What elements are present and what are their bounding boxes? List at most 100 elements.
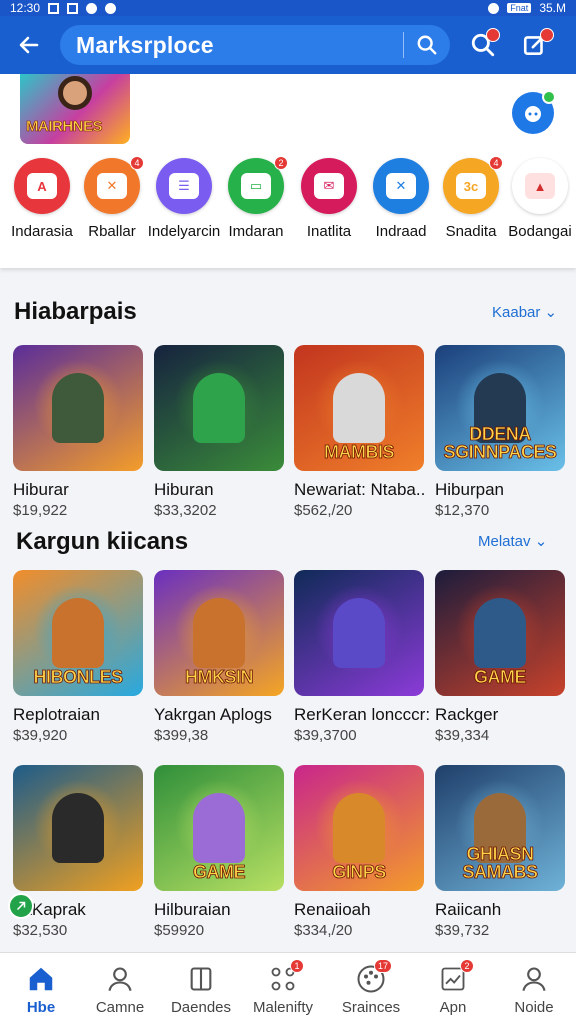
arrow-left-icon: [19, 36, 39, 54]
product-name: Hiburan: [154, 480, 214, 499]
nav-label: Srainces: [341, 999, 401, 1016]
product-thumbnail: GAME: [154, 765, 284, 891]
character-image: [333, 598, 385, 668]
character-image: [52, 793, 104, 863]
product-price: $12,370: [435, 502, 490, 519]
back-button[interactable]: [12, 28, 46, 62]
section-title: Hiabarpais: [14, 298, 137, 325]
app-shortcut[interactable]: ✉ Inatlita: [293, 158, 365, 248]
product-thumbnail: DDENA SGINNPACES: [435, 345, 565, 471]
nav-item-malenifty[interactable]: 1 Malenifty: [242, 953, 324, 1024]
product-name: Yakrgan Aplogs: [154, 705, 272, 724]
search-icon[interactable]: [416, 34, 438, 56]
product-thumbnail: GAME: [435, 570, 565, 696]
product-name: Newariat: Ntaba..: [294, 480, 426, 499]
product-name: Hilburaian: [154, 900, 231, 919]
search-button[interactable]: [464, 26, 502, 64]
product-thumbnail: MAMBIS: [294, 345, 424, 471]
thumbnail-title: MAMBIS: [324, 442, 395, 462]
featured-panel: MAIRHNES A Indarasia ✕ 4 Rballar ☰ Indely…: [0, 74, 576, 268]
app-label: Indarasia: [11, 223, 73, 240]
product-card[interactable]: DDENA SGINNPACES Hiburpan $12,370: [435, 345, 567, 519]
product-card[interactable]: Hiburan $33,3202: [154, 345, 286, 519]
nav-label: Apn: [439, 999, 467, 1016]
section-more-link[interactable]: Melatav ⌄: [478, 532, 547, 550]
search-bar[interactable]: Marksrploce: [60, 25, 450, 65]
nav-item-daendes[interactable]: Daendes: [160, 953, 242, 1024]
app-shortcut[interactable]: ✕ Indraad: [365, 158, 437, 248]
product-name: RerKeran loncccr:: [294, 705, 431, 724]
nav-label: Camne: [95, 999, 145, 1016]
product-card[interactable]: baKaprak $32,530: [13, 765, 145, 939]
featured-banner[interactable]: MAIRHNES: [20, 74, 130, 144]
app-header: Marksrploce: [0, 16, 576, 74]
play-badge[interactable]: [8, 893, 34, 919]
nav-item-noide[interactable]: Noide: [493, 953, 575, 1024]
chat-bot-button[interactable]: [512, 90, 556, 134]
section-title: Kargun kiicans: [16, 528, 189, 555]
thumbnail-title: HMKSIN: [185, 667, 254, 687]
palette-icon: 17: [354, 959, 392, 995]
product-price: $33,3202: [154, 502, 217, 519]
app-glyph: A: [27, 173, 57, 199]
nav-badge: 2: [460, 959, 474, 973]
product-card[interactable]: MAMBIS Newariat: Ntaba.. $562,/20: [294, 345, 426, 519]
product-price: $59920: [154, 922, 205, 939]
character-image: [52, 373, 104, 443]
nav-item-apn[interactable]: 2 Apn: [412, 953, 494, 1024]
edit-button[interactable]: [516, 26, 554, 64]
product-price: $334,/20: [294, 922, 353, 939]
nav-badge: 17: [373, 959, 392, 973]
app-shortcut[interactable]: ▲ Bodangai: [504, 158, 576, 248]
nav-item-srainces[interactable]: 17 Srainces: [330, 953, 412, 1024]
product-price: $399,38: [154, 727, 209, 744]
bottom-nav: Hbe Camne Daendes 1 Malenifty 17 Sraince…: [0, 952, 576, 1024]
product-card[interactable]: GINPS Renaiioah $334,/20: [294, 765, 426, 939]
status-right-text: 35.M: [539, 1, 566, 15]
nav-item-hbe[interactable]: Hbe: [0, 953, 82, 1024]
nav-label: Malenifty: [252, 999, 314, 1016]
app-label: Bodangai: [508, 223, 572, 240]
product-name: Raiicanh: [435, 900, 502, 919]
search-divider: [403, 32, 404, 58]
character-image: [193, 598, 245, 668]
product-card[interactable]: HMKSIN Yakrgan Aplogs $399,38: [154, 570, 286, 744]
product-thumbnail: HMKSIN: [154, 570, 284, 696]
app-icon: ▭ 2: [228, 156, 288, 214]
product-card[interactable]: HIBONLES Replotraian $39,920: [13, 570, 145, 744]
thumbnail-title: GAME: [474, 667, 527, 687]
status-time: 12:30: [10, 1, 41, 15]
app-shortcut[interactable]: ✕ 4 Rballar: [76, 156, 148, 248]
app-glyph: ▲: [525, 173, 555, 199]
app-shortcut[interactable]: 3c 4 Snadita: [435, 156, 507, 248]
character-image: [333, 793, 385, 863]
app-shortcut[interactable]: A Indarasia: [6, 158, 78, 248]
product-card[interactable]: Hiburar $19,922: [13, 345, 145, 519]
character-image: [474, 598, 526, 668]
app-glyph: ✕: [97, 173, 127, 199]
online-dot: [542, 90, 556, 104]
app-label: Indraad: [375, 223, 427, 240]
notification-icon: [67, 2, 79, 14]
search-input[interactable]: Marksrploce: [76, 32, 403, 59]
app-icon: ☰: [156, 158, 212, 214]
product-thumbnail: [154, 345, 284, 471]
app-shortcut[interactable]: ☰ Indelyarcin: [148, 158, 220, 248]
person-icon: [103, 963, 137, 995]
section-more-link[interactable]: Kaabar ⌄: [492, 303, 557, 321]
app-glyph: ✕: [386, 173, 416, 199]
app-label: Indelyarcin: [147, 223, 221, 240]
thumbnail-title: DDENA SGINNPACES: [443, 424, 557, 462]
product-card[interactable]: RerKeran loncccr: $39,3700: [294, 570, 431, 744]
nav-label: Hbe: [26, 999, 56, 1016]
product-card[interactable]: GHIASN SAMABS Raiicanh $39,732: [435, 765, 567, 939]
product-card[interactable]: GAME Hilburaian $59920: [154, 765, 286, 939]
notification-icon: [105, 2, 117, 14]
app-shortcut[interactable]: ▭ 2 Imdaran: [220, 156, 292, 248]
product-price: $39,920: [13, 727, 68, 744]
product-price: $39,334: [435, 727, 490, 744]
product-card[interactable]: GAME Rackger $39,334: [435, 570, 567, 744]
nav-item-camne[interactable]: Camne: [79, 953, 161, 1024]
home-icon: [24, 963, 58, 995]
product-price: $39,3700: [294, 727, 357, 744]
